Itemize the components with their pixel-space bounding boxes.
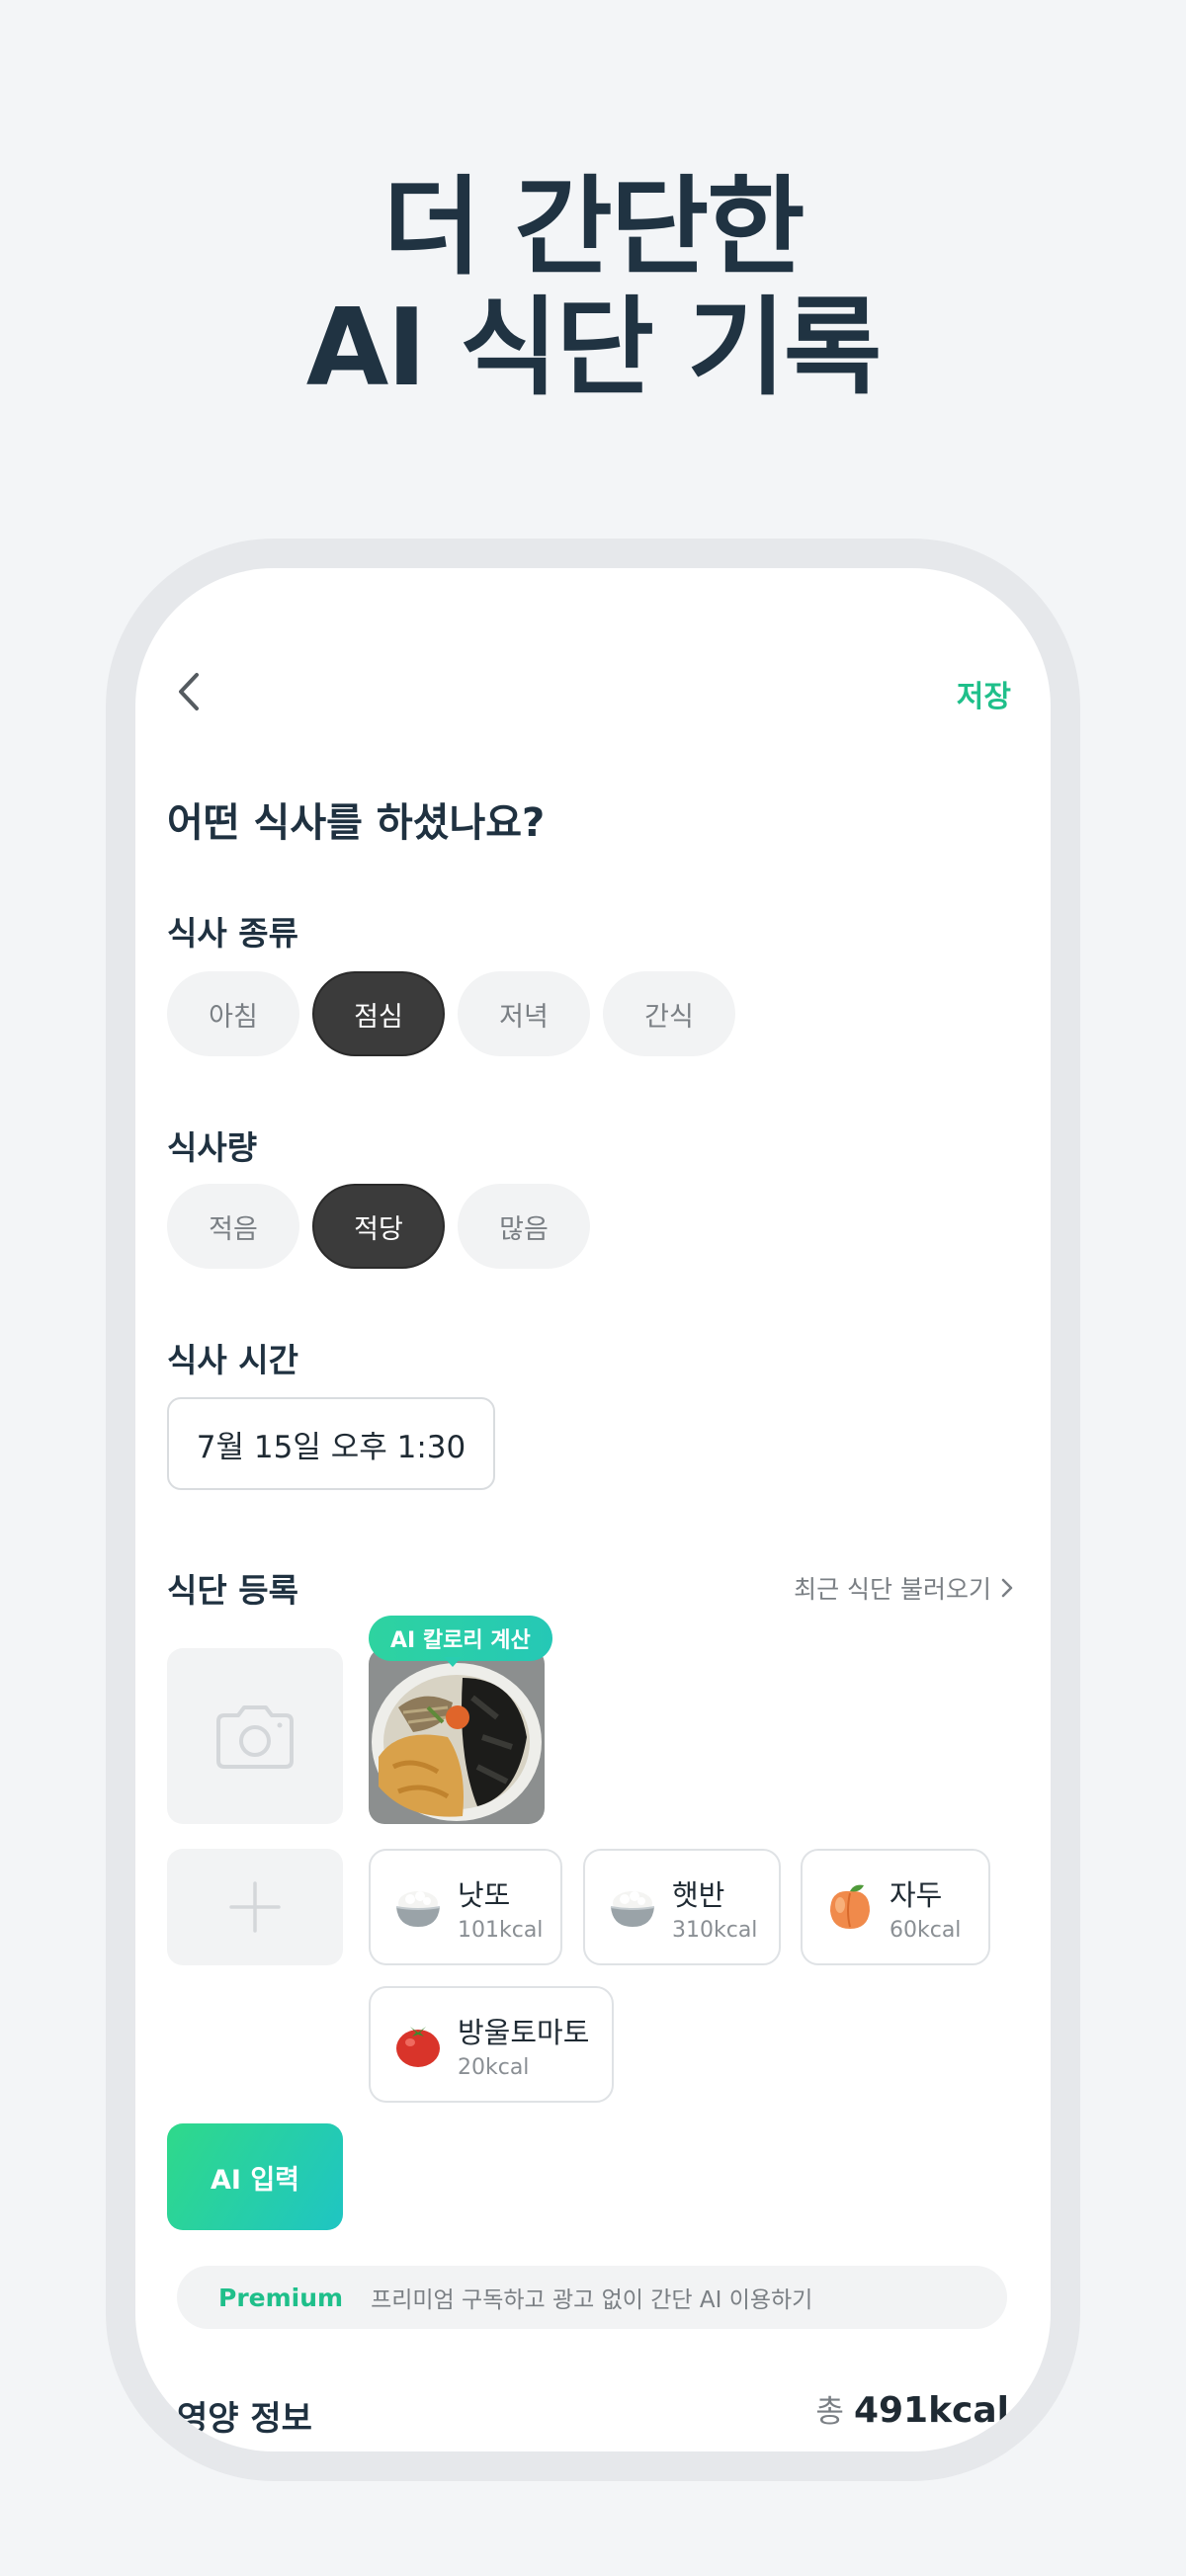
premium-text: 프리미엄 구독하고 광고 없이 간단 AI 이용하기 xyxy=(371,2287,813,2313)
food-card[interactable]: 햇반 310kcal xyxy=(583,1849,781,1965)
meal-amount-chip-small[interactable]: 적음 xyxy=(167,1184,299,1269)
rice-bowl-icon xyxy=(392,1881,444,1933)
chevron-left-icon xyxy=(179,673,199,710)
page-title: 어떤 식사를 하셨나요? xyxy=(167,800,546,846)
food-card[interactable]: 낫또 101kcal xyxy=(369,1849,562,1965)
rice-bowl-icon xyxy=(607,1881,658,1933)
peach-icon xyxy=(824,1881,876,1933)
meal-type-chip-breakfast[interactable]: 아침 xyxy=(167,971,299,1056)
headline: 더 간단한 AI 식단 기록 xyxy=(0,168,1186,409)
meal-type-chip-lunch[interactable]: 점심 xyxy=(312,971,445,1056)
food-name: 낫또 xyxy=(458,1877,511,1912)
ai-calorie-badge: AI 칼로리 계산 xyxy=(369,1616,552,1661)
food-kcal: 310kcal xyxy=(672,1917,758,1943)
meal-amount-chip-medium[interactable]: 적당 xyxy=(312,1184,445,1269)
add-photo-button[interactable] xyxy=(167,1648,343,1824)
meal-amount-chip-large[interactable]: 많음 xyxy=(458,1184,590,1269)
ai-input-button[interactable]: AI 입력 xyxy=(167,2123,343,2230)
meal-register-label: 식단 등록 xyxy=(167,1571,298,1610)
food-card[interactable]: 자두 60kcal xyxy=(801,1849,990,1965)
food-name: 햇반 xyxy=(672,1877,725,1912)
chevron-right-icon xyxy=(1001,1578,1013,1598)
meal-photo-image xyxy=(369,1648,545,1824)
food-kcal: 101kcal xyxy=(458,1917,544,1943)
food-name: 자두 xyxy=(890,1877,943,1912)
recent-meals-link-label: 최근 식단 불러오기 xyxy=(794,1575,991,1604)
nutrition-title: 영양 정보 xyxy=(177,2399,312,2439)
total-calories: 총 491kcal xyxy=(815,2386,1009,2431)
food-kcal: 20kcal xyxy=(458,2054,530,2080)
back-button[interactable] xyxy=(165,667,214,716)
meal-type-chip-dinner[interactable]: 저녁 xyxy=(458,971,590,1056)
plus-icon xyxy=(229,1881,281,1933)
save-button[interactable]: 저장 xyxy=(957,672,1011,715)
camera-icon xyxy=(216,1705,294,1769)
headline-line-2: AI 식단 기록 xyxy=(305,287,882,410)
recent-meals-link[interactable]: 최근 식단 불러오기 xyxy=(794,1570,1015,1606)
meal-type-chip-snack[interactable]: 간식 xyxy=(603,971,735,1056)
total-calories-prefix: 총 xyxy=(815,2394,844,2430)
total-calories-value: 491kcal xyxy=(853,2390,1009,2431)
tomato-icon xyxy=(392,2019,444,2070)
add-food-button[interactable] xyxy=(167,1849,343,1965)
food-card[interactable]: 방울토마토 20kcal xyxy=(369,1986,614,2103)
meal-time-label: 식사 시간 xyxy=(167,1341,298,1379)
food-kcal: 60kcal xyxy=(890,1917,962,1943)
ai-calorie-badge-tail xyxy=(444,1657,462,1667)
meal-photo[interactable] xyxy=(369,1648,545,1824)
headline-line-1: 더 간단한 xyxy=(382,166,805,290)
food-name: 방울토마토 xyxy=(458,2015,590,2049)
phone-screen: 저장 어떤 식사를 하셨나요? 식사 종류 아침 점심 저녁 간식 식사량 적음… xyxy=(135,568,1051,2451)
premium-banner[interactable]: Premium 프리미엄 구독하고 광고 없이 간단 AI 이용하기 xyxy=(177,2266,1007,2329)
premium-tag: Premium xyxy=(218,2283,344,2312)
meal-amount-label: 식사량 xyxy=(167,1128,258,1167)
meal-type-label: 식사 종류 xyxy=(167,914,298,953)
meal-time-field[interactable]: 7월 15일 오후 1:30 xyxy=(167,1397,495,1490)
